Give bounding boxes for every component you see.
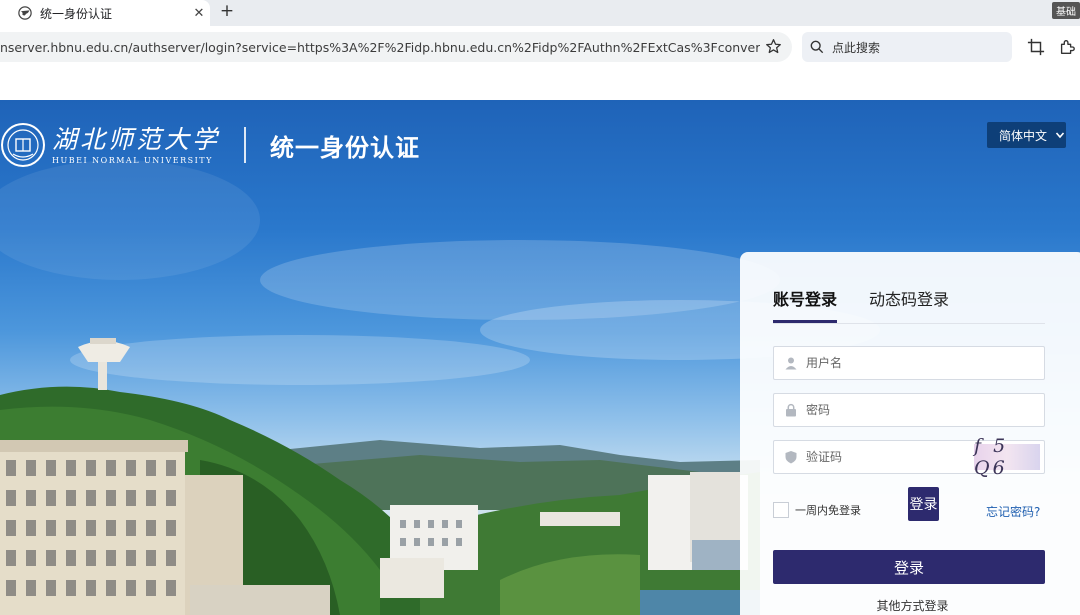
- username-input[interactable]: [806, 356, 976, 370]
- shield-icon: [785, 451, 797, 464]
- login-page: 湖北师范大学 HUBEI NORMAL UNIVERSITY 统一身份认证 简体…: [0, 100, 1080, 615]
- tab-title: 统一身份认证: [40, 6, 113, 21]
- login-panel: 账号登录 动态码登录 f 5 Q6 一周内免登: [740, 252, 1080, 615]
- brand-divider: [244, 127, 247, 163]
- tab-account-login[interactable]: 账号登录: [773, 286, 838, 323]
- globe-icon: [18, 6, 32, 20]
- university-name-en: HUBEI NORMAL UNIVERSITY: [52, 155, 213, 165]
- login-submit-button[interactable]: 登录: [773, 550, 1045, 584]
- university-wordmark: 湖北师范大学 HUBEI NORMAL UNIVERSITY: [52, 124, 221, 165]
- remember-me[interactable]: 一周内免登录: [773, 502, 861, 518]
- tab-dynamic-code-login[interactable]: 动态码登录: [869, 286, 949, 310]
- extensions-icon[interactable]: [1058, 38, 1076, 56]
- search-icon: [810, 40, 824, 54]
- crop-icon[interactable]: [1027, 38, 1045, 56]
- corner-badge: 基础: [1052, 2, 1080, 19]
- browser-tabbar: 统一身份认证 ✕ + 基础: [0, 0, 1080, 26]
- remember-checkbox[interactable]: [773, 502, 789, 518]
- university-name-cn: 湖北师范大学: [52, 124, 221, 154]
- browser-search-box[interactable]: 点此搜索: [802, 32, 1012, 62]
- login-tabs: 账号登录 动态码登录: [773, 286, 1045, 324]
- password-input[interactable]: [806, 403, 976, 417]
- close-tab-icon[interactable]: ✕: [188, 6, 210, 21]
- other-login-methods-link[interactable]: 其他方式登录: [740, 597, 1080, 614]
- language-label: 简体中文: [999, 128, 1048, 143]
- forgot-password-link[interactable]: 忘记密码?: [986, 503, 1040, 520]
- user-icon: [785, 357, 797, 370]
- university-seal-logo: [1, 123, 45, 167]
- search-placeholder: 点此搜索: [832, 40, 881, 55]
- new-tab-icon[interactable]: +: [216, 1, 238, 21]
- page-title: 统一身份认证: [270, 133, 421, 162]
- captcha-image[interactable]: f 5 Q6: [974, 435, 1040, 479]
- brand-header: 湖北师范大学 HUBEI NORMAL UNIVERSITY 统一身份认证: [0, 120, 420, 170]
- remember-label: 一周内免登录: [795, 504, 861, 517]
- password-field[interactable]: [773, 393, 1045, 427]
- captcha-input[interactable]: [806, 450, 976, 464]
- browser-tab[interactable]: 统一身份认证 ✕: [0, 0, 210, 26]
- captcha-field[interactable]: f 5 Q6: [773, 435, 1045, 479]
- lock-icon: [786, 403, 796, 417]
- chevron-down-icon: [1055, 132, 1065, 139]
- inline-login-button[interactable]: 登录: [908, 487, 939, 521]
- bookmark-star-icon[interactable]: [765, 38, 782, 55]
- url-text[interactable]: nserver.hbnu.edu.cn/authserver/login?ser…: [0, 40, 760, 55]
- address-bar[interactable]: nserver.hbnu.edu.cn/authserver/login?ser…: [0, 32, 792, 62]
- language-select[interactable]: 简体中文: [987, 122, 1066, 148]
- username-field[interactable]: [773, 346, 1045, 380]
- browser-toolbar: nserver.hbnu.edu.cn/authserver/login?ser…: [0, 26, 1080, 100]
